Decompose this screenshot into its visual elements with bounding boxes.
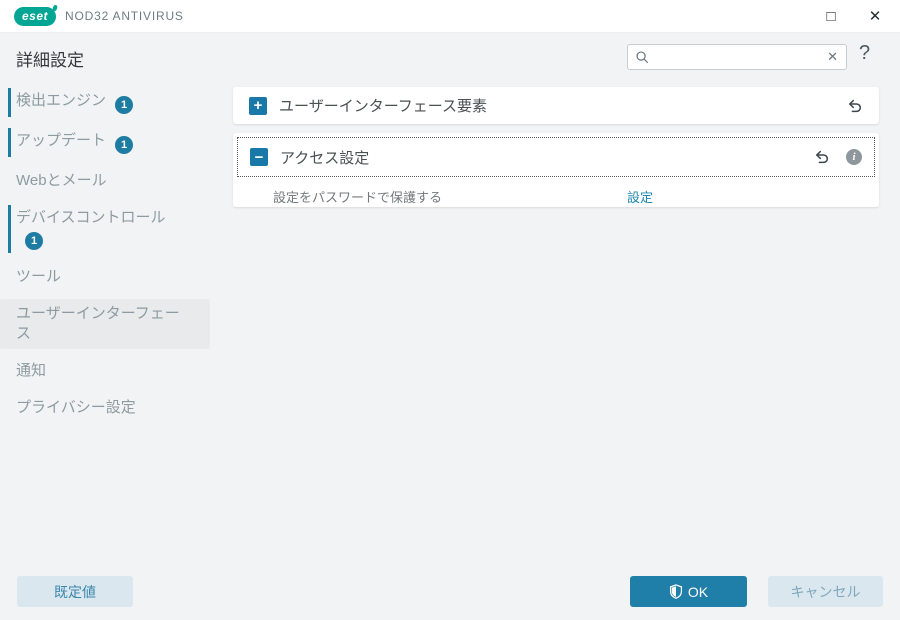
undo-icon[interactable]: [845, 96, 865, 116]
attention-badge: 1: [115, 136, 133, 154]
sidebar-item-label: アップデート: [16, 132, 106, 149]
app-title: NOD32 ANTIVIRUS: [65, 9, 184, 23]
eset-logo: eset: [14, 7, 56, 26]
cancel-button-label: キャンセル: [791, 582, 861, 602]
set-password-link[interactable]: 設定: [627, 187, 653, 206]
sidebar-item-label: ツール: [16, 268, 61, 285]
section-header[interactable]: + ユーザーインターフェース要素: [233, 87, 879, 124]
search-input[interactable]: [655, 50, 825, 65]
sidebar-item-update[interactable]: アップデート 1: [0, 126, 232, 159]
defaults-button-label: 既定値: [54, 582, 96, 602]
sidebar-item-notifications[interactable]: 通知: [0, 356, 232, 386]
ok-button[interactable]: OK: [630, 576, 747, 607]
maximize-button[interactable]: □: [816, 3, 846, 29]
close-button[interactable]: ✕: [860, 3, 890, 29]
section-header-focused[interactable]: − アクセス設定 i: [237, 137, 875, 177]
sidebar-item-label: ユーザーインターフェース: [16, 305, 180, 342]
sidebar-item-label: 検出エンジン: [16, 92, 106, 109]
window-controls: □ ✕: [816, 3, 890, 29]
section-user-interface-elements: + ユーザーインターフェース要素: [233, 87, 879, 124]
ok-button-label: OK: [688, 584, 708, 600]
section-access-setup: − アクセス設定 i 設定をパスワードで保護する 設定: [233, 133, 879, 207]
cancel-button[interactable]: キャンセル: [768, 576, 883, 607]
collapse-icon[interactable]: −: [250, 148, 268, 166]
help-icon[interactable]: ?: [859, 42, 870, 65]
title-bar: eset NOD32 ANTIVIRUS □ ✕: [0, 0, 900, 33]
page-header: 詳細設定 ✕ ?: [0, 33, 900, 81]
info-icon[interactable]: i: [844, 147, 864, 167]
password-protect-row: 設定をパスワードで保護する 設定: [233, 181, 879, 211]
search-box[interactable]: ✕: [627, 44, 847, 70]
sidebar-item-privacy-settings[interactable]: プライバシー設定: [0, 393, 232, 423]
sidebar-item-label: デバイスコントロール: [16, 209, 166, 226]
attention-badge: 1: [115, 96, 133, 114]
sidebar-item-user-interface[interactable]: ユーザーインターフェース: [0, 299, 210, 349]
expand-icon[interactable]: +: [249, 97, 267, 115]
shield-icon: [669, 584, 683, 599]
search-clear-icon[interactable]: ✕: [825, 49, 840, 65]
section-title: ユーザーインターフェース要素: [279, 95, 833, 116]
defaults-button[interactable]: 既定値: [17, 576, 133, 607]
page-title: 詳細設定: [16, 46, 84, 71]
sidebar-item-label: Webとメール: [16, 172, 107, 189]
search-icon: [635, 50, 650, 65]
setting-label: 設定をパスワードで保護する: [273, 187, 442, 206]
sidebar-item-web-email[interactable]: Webとメール: [0, 166, 232, 196]
sidebar-item-tools[interactable]: ツール: [0, 262, 232, 292]
undo-icon[interactable]: [812, 147, 832, 167]
sidebar-item-detection-engine[interactable]: 検出エンジン 1: [0, 86, 232, 119]
sidebar-item-label: プライバシー設定: [16, 399, 136, 416]
section-title: アクセス設定: [280, 147, 800, 168]
sidebar: 検出エンジン 1 アップデート 1 Webとメール デバイスコントロール 1 ツール…: [0, 86, 232, 430]
sidebar-item-label: 通知: [16, 362, 46, 379]
sidebar-item-device-control[interactable]: デバイスコントロール 1: [0, 203, 210, 255]
attention-badge: 1: [25, 232, 43, 250]
